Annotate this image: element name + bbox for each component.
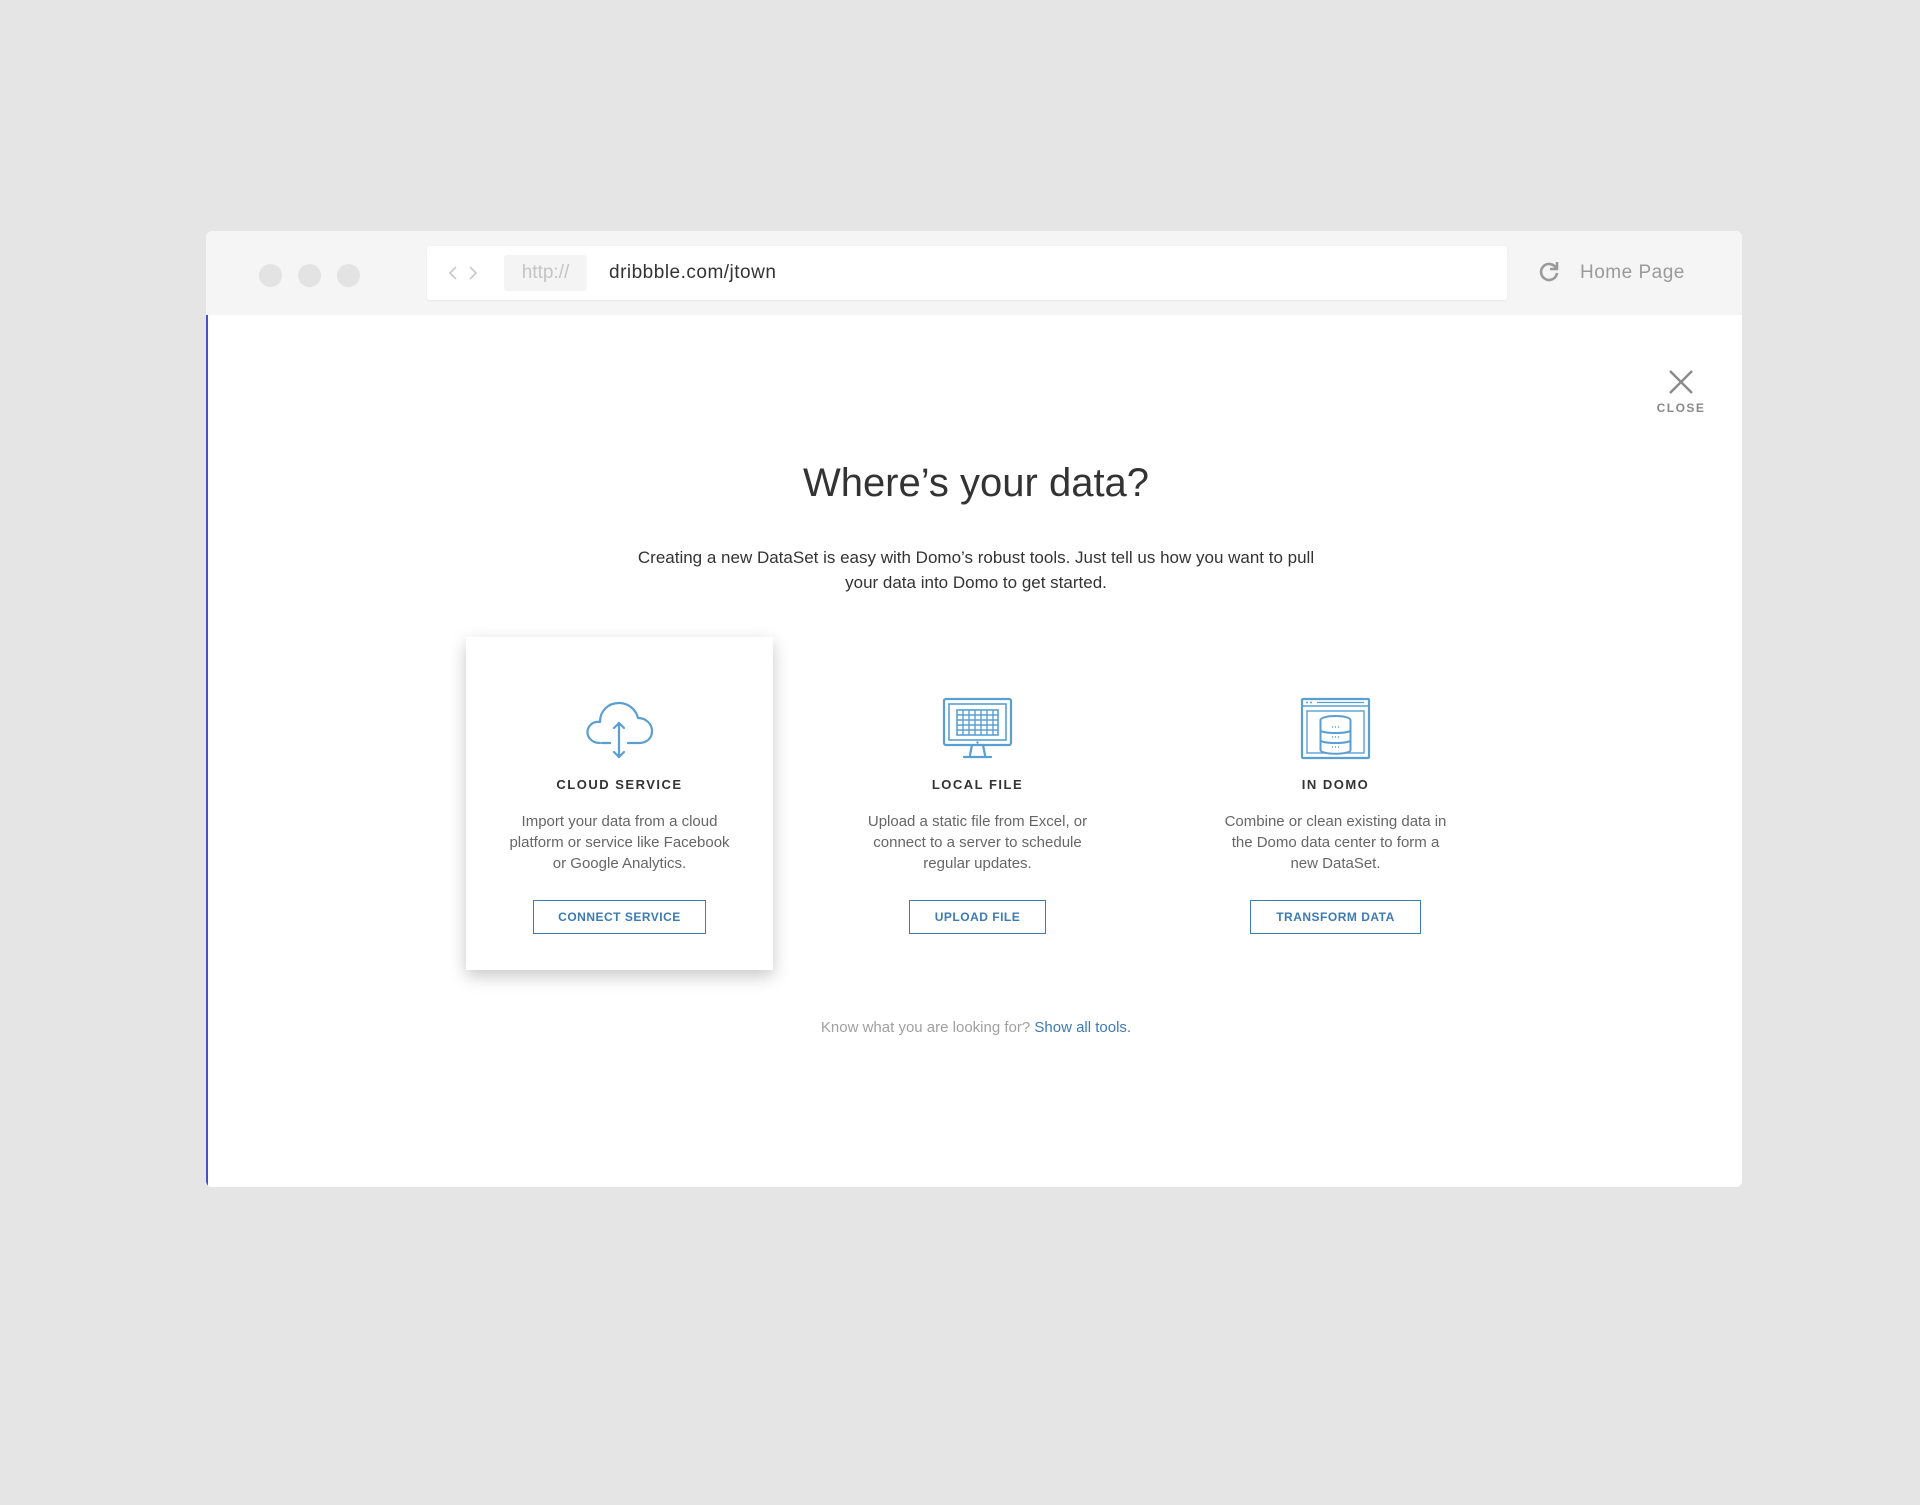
card-description: Upload a static file from Excel, or conn… [867,813,1088,872]
close-button[interactable]: CLOSE [1648,369,1714,425]
database-window-icon [1300,697,1371,760]
home-page-link[interactable]: Home Page [1580,231,1685,315]
browser-window: http:// dribbble.com/jtown Home Page CLO… [206,231,1742,1187]
card-title: IN DOMO [1301,777,1370,792]
page-subtitle: Creating a new DataSet is easy with Domo… [637,548,1315,592]
card-cloud-service[interactable]: CLOUD SERVICE Import your data from a cl… [466,637,773,970]
close-icon [1669,370,1693,394]
footer-note: Know what you are looking for? Show all … [208,1019,1742,1036]
close-label: CLOSE [1656,401,1706,415]
card-description: Import your data from a cloud platform o… [509,813,730,872]
upload-file-button[interactable]: UPLOAD FILE [909,900,1046,934]
card-local-file[interactable]: LOCAL FILE Upload a static file from Exc… [824,637,1131,970]
window-close-dot[interactable] [259,264,282,287]
transform-data-button[interactable]: TRANSFORM DATA [1250,900,1421,934]
cloud-upload-icon [586,701,654,759]
show-all-tools-link[interactable]: Show all tools. [1034,1019,1131,1036]
nav-arrows [447,246,479,300]
browser-toolbar: http:// dribbble.com/jtown Home Page [206,231,1742,315]
back-arrow-icon[interactable] [447,265,459,281]
window-maximize-dot[interactable] [337,264,360,287]
url-protocol: http:// [504,255,587,291]
monitor-spreadsheet-icon [942,697,1013,759]
card-title: LOCAL FILE [931,777,1024,792]
card-description: Combine or clean existing data in the Do… [1224,813,1447,872]
page-title: Where’s your data? [802,461,1150,505]
card-title: CLOUD SERVICE [556,777,683,792]
refresh-icon[interactable] [1536,259,1562,290]
forward-arrow-icon[interactable] [467,265,479,281]
url-text[interactable]: dribbble.com/jtown [609,246,776,300]
card-in-domo[interactable]: IN DOMO Combine or clean existing data i… [1182,637,1489,970]
dialog: CLOSE Where’s your data? Creating a new … [206,315,1742,1187]
address-bar[interactable]: http:// dribbble.com/jtown [427,246,1507,300]
window-minimize-dot[interactable] [298,264,321,287]
footer-prompt: Know what you are looking for? [820,1019,1031,1036]
connect-service-button[interactable]: CONNECT SERVICE [533,900,706,934]
